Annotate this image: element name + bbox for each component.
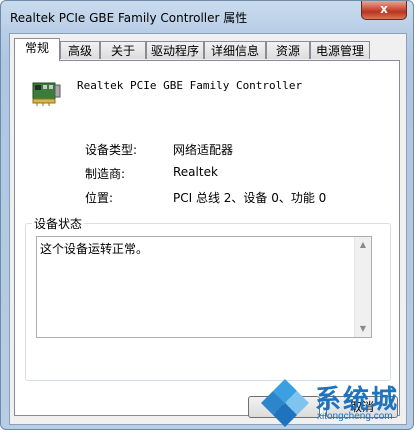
tab-details[interactable]: 详细信息 xyxy=(204,41,266,59)
title-bar[interactable]: Realtek PCIe GBE Family Controller 属性 x xyxy=(1,1,413,31)
watermark-logo-icon xyxy=(261,379,309,427)
device-status-textbox[interactable]: 这个设备运转正常。 ▲ ▼ xyxy=(36,236,372,338)
location-label: 位置: xyxy=(85,191,114,205)
device-status-group: 设备状态 这个设备运转正常。 ▲ ▼ xyxy=(25,215,391,381)
manufacturer-value: Realtek xyxy=(173,165,218,179)
close-button[interactable]: x xyxy=(361,1,407,20)
device-type-label: 设备类型: xyxy=(85,143,138,157)
device-name: Realtek PCIe GBE Family Controller xyxy=(77,79,303,92)
manufacturer-label: 制造商: xyxy=(85,167,126,181)
watermark-url: xitongcheng.com xyxy=(317,411,393,422)
scroll-up-arrow-icon[interactable]: ▲ xyxy=(355,237,371,253)
status-scrollbar[interactable]: ▲ ▼ xyxy=(354,237,371,337)
tab-general[interactable]: 常规 xyxy=(14,38,60,61)
network-adapter-icon xyxy=(32,82,61,106)
window-title: Realtek PCIe GBE Family Controller 属性 xyxy=(10,11,248,25)
tab-advanced[interactable]: 高级 xyxy=(60,41,100,59)
location-value: PCI 总线 2、设备 0、功能 0 xyxy=(173,191,327,205)
watermark: 系统城 xitongcheng.com xyxy=(259,377,409,429)
device-status-text: 这个设备运转正常。 xyxy=(40,242,149,256)
properties-window: Realtek PCIe GBE Family Controller 属性 x … xyxy=(0,0,414,430)
scroll-down-arrow-icon[interactable]: ▼ xyxy=(355,321,371,337)
tab-about[interactable]: 关于 xyxy=(100,41,146,59)
close-icon: x xyxy=(380,2,388,16)
dialog-client-area: 常规 高级 关于 驱动程序 详细信息 资源 电源管理 Realtek PCIe … xyxy=(9,33,407,425)
tab-driver[interactable]: 驱动程序 xyxy=(146,41,204,59)
device-type-value: 网络适配器 xyxy=(173,143,234,157)
tab-power-management[interactable]: 电源管理 xyxy=(310,41,370,59)
tab-resources[interactable]: 资源 xyxy=(266,41,310,59)
general-tab-panel: Realtek PCIe GBE Family Controller 设备类型:… xyxy=(14,60,400,416)
device-status-label: 设备状态 xyxy=(32,215,85,232)
